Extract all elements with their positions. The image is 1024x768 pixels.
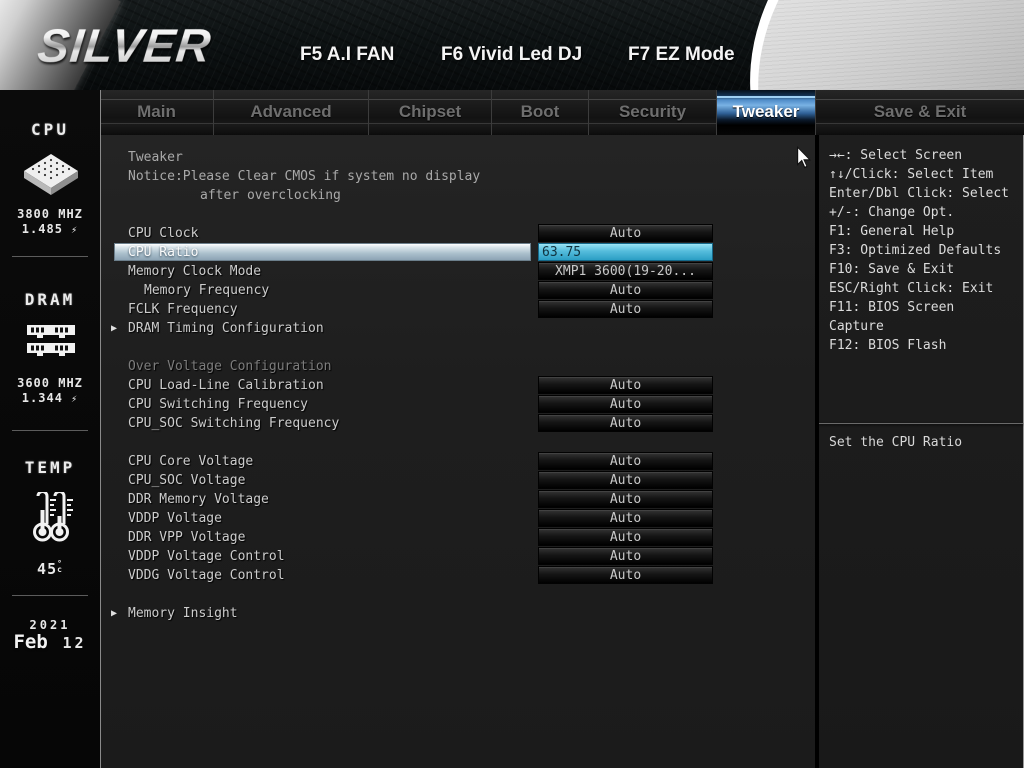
value-box[interactable]: Auto (538, 300, 713, 318)
help-line: +/-: Change Opt. (829, 205, 955, 220)
help-line: →←: Select Screen (829, 148, 963, 163)
date-month-day: Feb 12 (0, 631, 100, 653)
help-line: ESC/Right Click: Exit (829, 281, 994, 296)
value-box[interactable]: Auto (538, 547, 713, 565)
section-header-over-voltage: Over Voltage Configuration (128, 359, 332, 374)
bolt-icon: ⚡ (71, 394, 79, 405)
setting-row-cpu-core-voltage[interactable]: CPU Core Voltage Auto (101, 452, 815, 471)
setting-row-memory-frequency[interactable]: Memory Frequency Auto (101, 281, 815, 300)
tab-advanced[interactable]: Advanced (213, 90, 368, 135)
value-box[interactable]: Auto (538, 490, 713, 508)
cpu-section-title: CPU (31, 120, 69, 139)
setting-row-fclk-frequency[interactable]: FCLK Frequency Auto (101, 300, 815, 319)
value-box[interactable]: Auto (538, 414, 713, 432)
help-divider (819, 423, 1023, 424)
dram-frequency: 3600 MHZ (17, 376, 83, 390)
page-title: Tweaker (128, 150, 183, 165)
cpu-frequency: 3800 MHZ (17, 207, 83, 221)
setting-row-cpu-soc-switching-frequency[interactable]: CPU_SOC Switching Frequency Auto (101, 414, 815, 433)
date-day: 12 (62, 634, 87, 652)
help-panel: →←: Select Screen ↑↓/Click: Select Item … (817, 135, 1024, 768)
value-box[interactable]: Auto (538, 566, 713, 584)
notice-line-1: Notice:Please Clear CMOS if system no di… (128, 169, 481, 184)
setting-row-memory-clock-mode[interactable]: Memory Clock Mode XMP1 3600(19-20... (101, 262, 815, 281)
value-box[interactable]: Auto (538, 471, 713, 489)
value-box[interactable]: Auto (538, 509, 713, 527)
sidebar-divider (12, 256, 88, 257)
tab-security[interactable]: Security (588, 90, 716, 135)
notice-line-2: after overclocking (200, 188, 341, 203)
help-line: F12: BIOS Flash (829, 338, 947, 353)
tab-tweaker[interactable]: Tweaker (716, 90, 815, 135)
tab-chipset[interactable]: Chipset (368, 90, 491, 135)
submenu-arrow-icon: ▶ (111, 608, 118, 619)
submenu-arrow-icon: ▶ (111, 323, 118, 334)
menu-tab-bar: Main Advanced Chipset Boot Security Twea… (100, 90, 1024, 135)
value-box[interactable]: Auto (538, 452, 713, 470)
help-line: F10: Save & Exit (829, 262, 955, 277)
cpu-voltage: 1.485 ⚡ (21, 222, 79, 236)
setting-row-ddr-vpp-voltage[interactable]: DDR VPP Voltage Auto (101, 528, 815, 547)
value-box[interactable]: Auto (538, 395, 713, 413)
setting-row-vddp-voltage-control[interactable]: VDDP Voltage Control Auto (101, 547, 815, 566)
bios-screen: SILVER F5 A.I FAN F6 Vivid Led DJ F7 EZ … (0, 0, 1024, 768)
setting-row-cpu-soc-voltage[interactable]: CPU_SOC Voltage Auto (101, 471, 815, 490)
value-box[interactable]: Auto (538, 376, 713, 394)
setting-row-cpu-load-line-calibration[interactable]: CPU Load-Line Calibration Auto (101, 376, 815, 395)
setting-row-cpu-switching-frequency[interactable]: CPU Switching Frequency Auto (101, 395, 815, 414)
help-line: ↑↓/Click: Select Item (829, 167, 994, 182)
tab-main[interactable]: Main (100, 90, 213, 135)
value-box[interactable]: Auto (538, 528, 713, 546)
bolt-icon: ⚡ (71, 225, 79, 236)
value-box[interactable]: Auto (538, 281, 713, 299)
submenu-row-memory-insight[interactable]: ▶ Memory Insight (101, 604, 815, 623)
status-sidebar: CPU 3800 MHZ 1.485 ⚡ DRAM 3600 MHZ 1.344… (0, 90, 101, 768)
value-box[interactable]: 63.75 (538, 243, 713, 261)
hotkey-f5-ai-fan[interactable]: F5 A.I FAN (300, 44, 394, 66)
value-box[interactable]: Auto (538, 224, 713, 242)
sidebar-divider (12, 595, 88, 596)
item-description: Set the CPU Ratio (829, 435, 963, 450)
cpu-chip-icon (24, 154, 78, 195)
submenu-row-dram-timing-configuration[interactable]: ▶ DRAM Timing Configuration (101, 319, 815, 338)
value-box[interactable]: XMP1 3600(19-20... (538, 262, 713, 280)
sidebar-divider (12, 430, 88, 431)
setting-row-vddg-voltage-control[interactable]: VDDG Voltage Control Auto (101, 566, 815, 585)
hotkey-f6-vivid-led-dj[interactable]: F6 Vivid Led DJ (441, 44, 582, 66)
setting-row-vddp-voltage[interactable]: VDDP Voltage Auto (101, 509, 815, 528)
thermometer-icon (33, 492, 73, 542)
date-year: 2021 (29, 618, 71, 632)
settings-panel: Tweaker Notice:Please Clear CMOS if syst… (101, 135, 815, 768)
dram-voltage: 1.344 ⚡ (21, 391, 79, 405)
dram-modules-icon (27, 325, 75, 356)
hotkey-f7-ez-mode[interactable]: F7 EZ Mode (628, 44, 735, 66)
dram-section-title: DRAM (24, 290, 76, 309)
setting-row-cpu-clock[interactable]: CPU Clock Auto (101, 224, 815, 243)
setting-row-ddr-memory-voltage[interactable]: DDR Memory Voltage Auto (101, 490, 815, 509)
header-banner: SILVER F5 A.I FAN F6 Vivid Led DJ F7 EZ … (0, 0, 1024, 90)
help-line: F3: Optimized Defaults (829, 243, 1002, 258)
tab-save-exit[interactable]: Save & Exit (815, 90, 1024, 135)
help-line: F11: BIOS Screen (829, 300, 955, 315)
temperature-readout: 45° c (37, 559, 63, 579)
help-line: Capture (829, 319, 884, 334)
date-month: Feb (13, 631, 48, 653)
temp-section-title: TEMP (24, 458, 76, 477)
tab-boot[interactable]: Boot (491, 90, 588, 135)
mouse-cursor (797, 146, 811, 169)
help-line: Enter/Dbl Click: Select (829, 186, 1010, 201)
help-line: F1: General Help (829, 224, 955, 239)
silver-logo: SILVER (35, 19, 214, 72)
setting-row-cpu-ratio[interactable]: CPU Ratio 63.75 (101, 243, 815, 262)
